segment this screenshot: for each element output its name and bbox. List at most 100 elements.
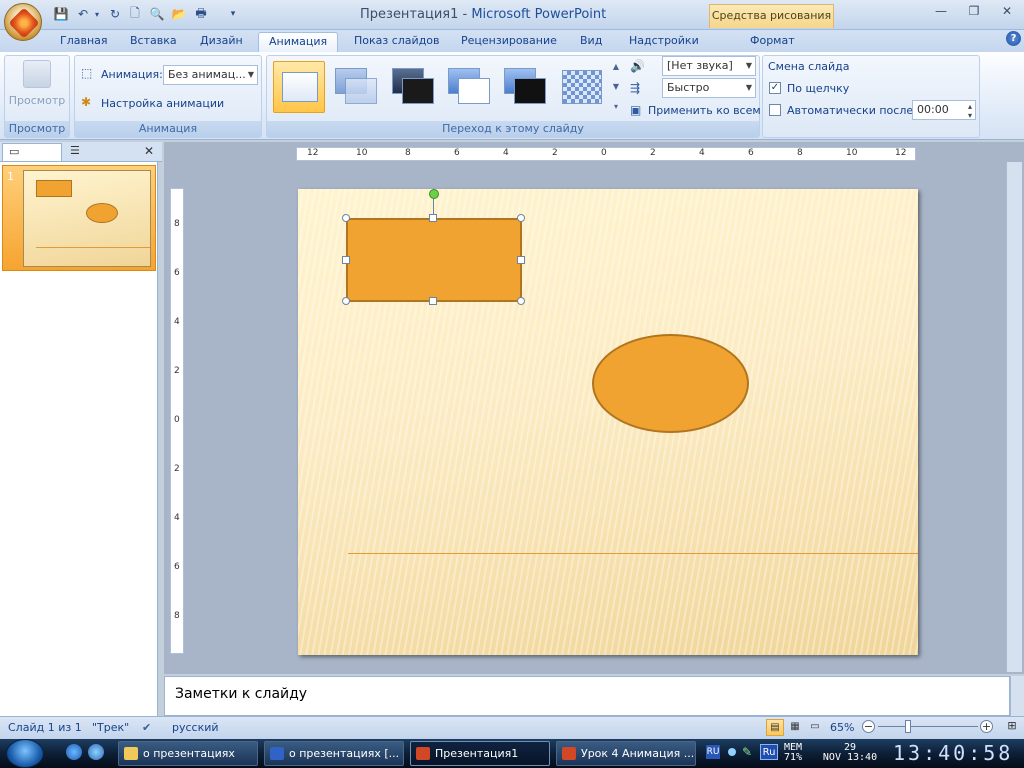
ellipse-shape[interactable] bbox=[592, 334, 749, 433]
transition-none-thumb[interactable] bbox=[273, 61, 325, 113]
spellcheck-icon[interactable]: ✔ bbox=[142, 721, 151, 734]
notes-scrollbar[interactable] bbox=[1010, 676, 1024, 716]
resize-handle-w[interactable] bbox=[342, 256, 350, 264]
custom-animation-button[interactable]: Настройка анимации bbox=[101, 97, 224, 110]
ruler-label: 2 bbox=[552, 148, 558, 158]
taskbar-item-powerpoint-lesson[interactable]: Урок 4 Анимация ... bbox=[556, 741, 696, 766]
fit-to-window-icon[interactable]: ⊞ bbox=[1004, 719, 1020, 735]
ie-icon[interactable] bbox=[66, 744, 82, 760]
tab-view[interactable]: Вид bbox=[570, 32, 612, 52]
new-document-icon[interactable]: 🗋 bbox=[126, 5, 144, 23]
open-folder-icon[interactable]: 📂 bbox=[170, 5, 188, 23]
transition-cut-thumb[interactable] bbox=[443, 61, 495, 113]
browser-icon[interactable] bbox=[88, 744, 104, 760]
preview-button[interactable]: Просмотр bbox=[5, 94, 69, 107]
on-click-checkbox[interactable]: ✓ bbox=[769, 82, 781, 94]
taskbar-item-folder[interactable]: о презентациях bbox=[118, 741, 258, 766]
zoom-in-icon[interactable]: + bbox=[980, 720, 993, 733]
close-icon[interactable]: ✕ bbox=[996, 4, 1018, 20]
tab-animation[interactable]: Анимация bbox=[258, 32, 339, 52]
resize-handle-se[interactable] bbox=[517, 297, 525, 305]
zoom-out-icon[interactable]: − bbox=[862, 720, 875, 733]
auto-after-checkbox[interactable] bbox=[769, 104, 781, 116]
tray-dot-icon[interactable] bbox=[728, 748, 736, 756]
language-bar[interactable]: Ru bbox=[760, 744, 778, 760]
group-label-animation: Анимация bbox=[75, 121, 261, 137]
transition-fade-black-thumb[interactable] bbox=[387, 61, 439, 113]
slide-thumbnail-row[interactable]: 1 bbox=[2, 165, 156, 271]
tab-format[interactable]: Формат bbox=[740, 32, 805, 52]
office-logo-icon bbox=[8, 7, 40, 39]
spinner-icon[interactable]: ▴ ▾ bbox=[968, 102, 972, 120]
tab-insert[interactable]: Вставка bbox=[120, 32, 187, 52]
thumb-rectangle bbox=[36, 180, 72, 197]
slide-thumbnail bbox=[23, 170, 151, 267]
tab-review[interactable]: Рецензирование bbox=[451, 32, 567, 52]
vertical-scrollbar[interactable] bbox=[1006, 162, 1022, 672]
zoom-level[interactable]: 65% bbox=[830, 721, 854, 734]
slide-sorter-icon[interactable]: ▦ bbox=[786, 719, 804, 736]
help-icon[interactable]: ? bbox=[1006, 31, 1021, 46]
animation-dropdown[interactable]: Без анимац... ▼ bbox=[163, 65, 258, 85]
gallery-up-icon[interactable]: ▲ bbox=[610, 58, 622, 76]
transition-speed-icon: ⇶ bbox=[630, 81, 641, 95]
transition-sound-icon: 🔊 bbox=[630, 59, 645, 73]
panel-close-icon[interactable]: ✕ bbox=[144, 144, 154, 158]
ruler-label: 8 bbox=[174, 219, 180, 229]
save-icon[interactable]: 💾 bbox=[52, 5, 70, 23]
ruler-label: 12 bbox=[307, 148, 319, 158]
transition-fade-thumb[interactable] bbox=[330, 61, 382, 113]
apply-all-button[interactable]: Применить ко всем bbox=[648, 104, 761, 117]
slideshow-icon[interactable]: ▭ bbox=[806, 719, 824, 736]
rectangle-shape[interactable] bbox=[346, 218, 522, 302]
preview-icon bbox=[23, 60, 51, 88]
quick-print-icon[interactable]: 🖶 bbox=[192, 5, 210, 23]
language-indicator[interactable]: русский bbox=[172, 721, 219, 734]
resize-handle-e[interactable] bbox=[517, 256, 525, 264]
notes-pane[interactable]: Заметки к слайду bbox=[164, 676, 1010, 716]
auto-after-time-input[interactable]: 00:00 ▴ ▾ bbox=[912, 100, 976, 120]
tab-outline[interactable]: ☰ bbox=[64, 143, 124, 161]
tab-design[interactable]: Дизайн bbox=[190, 32, 253, 52]
start-button[interactable] bbox=[6, 739, 44, 768]
undo-dropdown-icon[interactable]: ▾ bbox=[92, 5, 102, 23]
print-preview-icon[interactable]: 🔍 bbox=[148, 5, 166, 23]
normal-view-icon[interactable]: ▤ bbox=[766, 719, 784, 736]
chevron-down-icon: ▼ bbox=[745, 61, 752, 70]
minimize-icon[interactable]: — bbox=[930, 4, 952, 20]
group-label-transition: Переход к этому слайду bbox=[267, 121, 759, 137]
gallery-down-icon[interactable]: ▼ bbox=[610, 78, 622, 96]
keyboard-layout-icon[interactable]: RU bbox=[706, 745, 720, 759]
zoom-slider-track[interactable] bbox=[878, 726, 978, 727]
repeat-icon[interactable]: ↻ bbox=[106, 5, 124, 23]
taskbar-item-word[interactable]: о презентациях [... bbox=[264, 741, 404, 766]
word-icon bbox=[270, 747, 284, 760]
undo-icon[interactable]: ↶ bbox=[74, 5, 92, 23]
tab-slides[interactable]: ▭ bbox=[2, 143, 62, 161]
tab-home[interactable]: Главная bbox=[50, 32, 118, 52]
resize-handle-nw[interactable] bbox=[342, 214, 350, 222]
thumb-line bbox=[36, 247, 150, 248]
advance-slide-title: Смена слайда bbox=[768, 60, 850, 73]
transition-dissolve-thumb[interactable] bbox=[555, 61, 607, 113]
powerpoint-icon bbox=[416, 747, 430, 760]
office-button[interactable] bbox=[4, 3, 42, 41]
resize-handle-n[interactable] bbox=[429, 214, 437, 222]
tab-slideshow[interactable]: Показ слайдов bbox=[344, 32, 450, 52]
zoom-slider-thumb[interactable] bbox=[905, 720, 911, 733]
transition-cut-black-thumb[interactable] bbox=[499, 61, 551, 113]
resize-handle-sw[interactable] bbox=[342, 297, 350, 305]
rotate-handle[interactable] bbox=[429, 189, 439, 199]
tab-addins[interactable]: Надстройки bbox=[619, 32, 709, 52]
maximize-icon[interactable]: ❐ bbox=[963, 4, 985, 20]
transition-speed-dropdown[interactable]: Быстро ▼ bbox=[662, 78, 756, 98]
transition-sound-dropdown[interactable]: [Нет звука] ▼ bbox=[662, 56, 756, 76]
system-clock: 13:40:58 bbox=[893, 741, 1014, 765]
qat-customize-icon[interactable]: ▾ bbox=[224, 5, 242, 23]
resize-handle-s[interactable] bbox=[429, 297, 437, 305]
gallery-more-icon[interactable]: ▾ bbox=[610, 98, 622, 116]
resize-handle-ne[interactable] bbox=[517, 214, 525, 222]
taskbar-item-powerpoint[interactable]: Презентация1 bbox=[410, 741, 550, 766]
ruler-label: 4 bbox=[174, 513, 180, 523]
tray-pen-icon[interactable]: ✎ bbox=[742, 745, 752, 759]
